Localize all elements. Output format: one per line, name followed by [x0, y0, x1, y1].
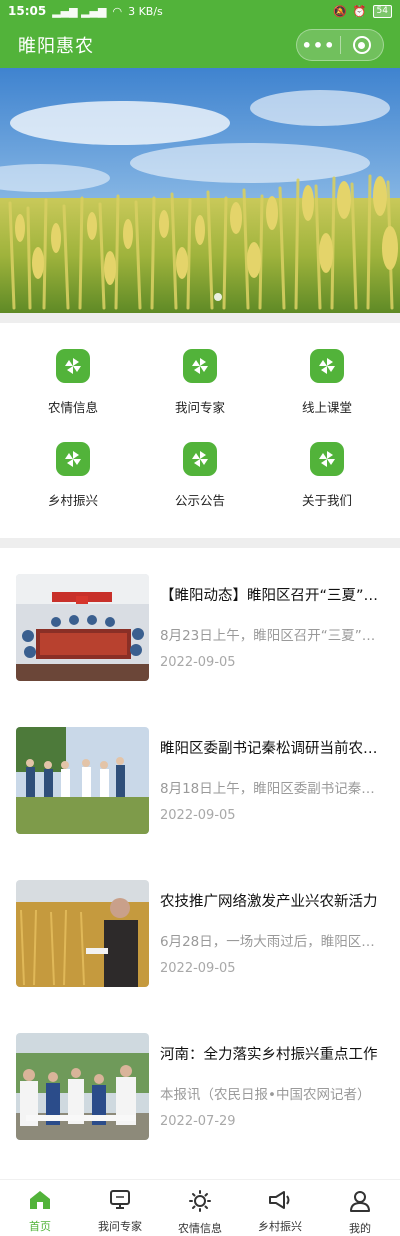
tab-ask-expert[interactable]: 我问专家 [80, 1180, 160, 1236]
menu-item-label: 线上课堂 [301, 400, 352, 415]
top-bar: 15:05 ▂▄▆ ▂▄▆ ◠ 3 KB/s 🔕 ⏰ 54 睢阳惠农 ••• [0, 0, 400, 68]
news-title: 睢阳区委副书记秦松调研当前农业生产 [160, 741, 382, 757]
pinwheel-icon [310, 442, 344, 476]
tab-label: 乡村振兴 [258, 1220, 302, 1233]
megaphone-icon [268, 1190, 292, 1214]
pinwheel-icon [310, 349, 344, 383]
bottom-tab-bar: 首页 我问专家 农情信息 乡村振兴 我的 [0, 1179, 400, 1236]
signal-icon: ▂▄▆ ▂▄▆ [52, 4, 107, 18]
tab-label: 农情信息 [178, 1222, 222, 1235]
menu-item-label: 关于我们 [301, 493, 352, 508]
news-thumbnail [16, 727, 149, 834]
sun-icon [189, 1190, 211, 1216]
news-date: 2022-07-29 [160, 1114, 236, 1129]
section-divider [0, 313, 400, 323]
tab-crop-info[interactable]: 农情信息 [160, 1180, 240, 1236]
news-thumbnail [16, 574, 149, 681]
news-title: 农技推广网络激发产业兴农新活力 [160, 894, 378, 910]
user-icon [349, 1190, 371, 1216]
status-time: 15:05 [8, 4, 47, 18]
menu-item-about-us[interactable]: 关于我们 [260, 416, 394, 509]
wifi-icon: ◠ [112, 4, 123, 18]
menu-item-label: 农情信息 [47, 400, 98, 415]
tab-label: 我问专家 [98, 1220, 142, 1233]
title-bar: 睢阳惠农 ••• [0, 22, 400, 68]
menu-item-label: 公示公告 [174, 493, 225, 508]
pinwheel-icon [56, 442, 90, 476]
news-date: 2022-09-05 [160, 808, 236, 823]
target-icon [352, 36, 371, 54]
news-summary: 本报讯（农民日报•中国农网记者） [160, 1087, 371, 1103]
section-divider [0, 538, 400, 548]
list-item[interactable]: 河南：全力落实乡村振兴重点工作 本报讯（农民日报•中国农网记者） 2022-07… [0, 1007, 400, 1160]
menu-grid: 农情信息 我问专家 线上课堂 乡村振兴 公示公告 关于我们 [0, 323, 400, 538]
list-item[interactable]: 睢阳区委副书记秦松调研当前农业生产 8月18日上午，睢阳区委副书记秦松调研 20… [0, 701, 400, 854]
news-date: 2022-09-05 [160, 961, 236, 976]
news-title: 【睢阳动态】睢阳区召开“三夏”工作会议 [160, 588, 382, 604]
menu-item-online-class[interactable]: 线上课堂 [260, 323, 394, 416]
list-item[interactable]: 农技推广网络激发产业兴农新活力 6月28日，一场大雨过后，睢阳区农技人员 202… [0, 854, 400, 1007]
list-item[interactable]: 【睢阳动态】睢阳区召开“三夏”工作会议 8月23日上午，睢阳区召开“三夏”工作会… [0, 548, 400, 701]
miniprogram-capsule: ••• [296, 29, 384, 61]
more-menu-button[interactable]: ••• [297, 36, 340, 55]
battery-icon: 54 [372, 4, 392, 18]
banner-carousel[interactable] [0, 68, 400, 313]
carousel-indicator[interactable] [214, 293, 222, 301]
mute-icon: 🔕 [333, 4, 347, 18]
news-date: 2022-09-05 [160, 655, 236, 670]
close-miniprogram-button[interactable] [341, 36, 383, 54]
menu-item-announcements[interactable]: 公示公告 [133, 416, 267, 509]
menu-item-label: 我问专家 [174, 400, 225, 415]
monitor-icon [109, 1190, 131, 1214]
status-bar: 15:05 ▂▄▆ ▂▄▆ ◠ 3 KB/s 🔕 ⏰ 54 [0, 0, 400, 22]
menu-item-label: 乡村振兴 [47, 493, 98, 508]
tab-label: 首页 [29, 1220, 51, 1233]
news-thumbnail [16, 880, 149, 987]
tab-rural-revival[interactable]: 乡村振兴 [240, 1180, 320, 1236]
pinwheel-icon [183, 349, 217, 383]
network-speed: 3 KB/s [128, 4, 163, 18]
news-title: 河南：全力落实乡村振兴重点工作 [160, 1047, 378, 1063]
tab-mine[interactable]: 我的 [320, 1180, 400, 1236]
page-title: 睢阳惠农 [18, 36, 94, 57]
news-summary: 8月23日上午，睢阳区召开“三夏”工作会议 [160, 628, 382, 644]
news-summary: 8月18日上午，睢阳区委副书记秦松调研 [160, 781, 382, 797]
alarm-icon: ⏰ [352, 4, 367, 18]
news-thumbnail [16, 1033, 149, 1140]
wheat-field-image [0, 68, 400, 313]
pinwheel-icon [56, 349, 90, 383]
pinwheel-icon [183, 442, 217, 476]
tab-label: 我的 [349, 1222, 371, 1235]
menu-item-crop-info[interactable]: 农情信息 [6, 323, 140, 416]
tab-home[interactable]: 首页 [0, 1180, 80, 1236]
menu-item-rural-revival[interactable]: 乡村振兴 [6, 416, 140, 509]
menu-item-ask-expert[interactable]: 我问专家 [133, 323, 267, 416]
home-icon [29, 1190, 51, 1214]
news-summary: 6月28日，一场大雨过后，睢阳区农技人员 [160, 934, 382, 950]
